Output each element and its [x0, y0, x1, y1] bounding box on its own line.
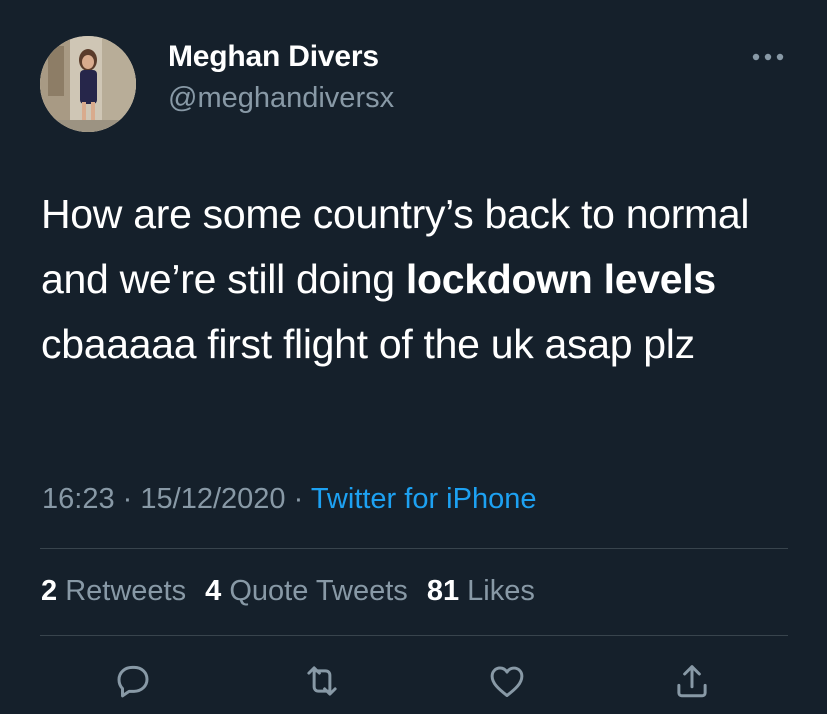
more-options-button[interactable] — [748, 42, 788, 72]
avatar[interactable] — [40, 36, 136, 132]
share-icon — [677, 665, 707, 698]
quote-tweets-stat[interactable]: 4 Quote Tweets — [205, 575, 408, 607]
divider — [40, 548, 788, 549]
likes-count: 81 — [426, 575, 460, 607]
meta-separator: · — [122, 483, 133, 515]
retweets-label: Retweets — [65, 575, 187, 607]
retweet-button[interactable] — [296, 655, 348, 707]
divider — [40, 635, 788, 636]
tweet-meta: 16:23 · 15/12/2020 · Twitter for iPhone — [42, 483, 536, 516]
tweet-time[interactable]: 16:23 — [42, 483, 115, 515]
author-handle[interactable]: @meghandiversx — [168, 82, 394, 115]
meta-separator: · — [293, 483, 304, 515]
profile-photo — [40, 36, 136, 132]
tweet-text-segment: cbaaaaa first flight of the uk asap plz — [41, 321, 695, 367]
likes-label: Likes — [467, 575, 535, 607]
reply-icon — [117, 665, 149, 698]
retweet-icon — [307, 666, 337, 696]
tweet-stats: 2 Retweets 4 Quote Tweets 81 Likes — [41, 575, 546, 608]
like-button[interactable] — [481, 655, 533, 707]
reply-button[interactable] — [107, 655, 159, 707]
tweet-source-link[interactable]: Twitter for iPhone — [311, 483, 537, 515]
quote-tweets-count: 4 — [205, 575, 222, 607]
author-display-name[interactable]: Meghan Divers — [168, 40, 379, 74]
tweet-text: How are some country’s back to normal an… — [41, 182, 801, 377]
more-horizontal-icon — [752, 53, 784, 61]
tweet-date[interactable]: 15/12/2020 — [140, 483, 285, 515]
retweets-count: 2 — [41, 575, 58, 607]
quote-tweets-label: Quote Tweets — [229, 575, 408, 607]
retweets-stat[interactable]: 2 Retweets — [41, 575, 186, 607]
tweet-text-bold-segment: lockdown levels — [405, 256, 716, 302]
share-button[interactable] — [666, 655, 718, 707]
heart-icon — [490, 666, 524, 698]
likes-stat[interactable]: 81 Likes — [427, 575, 535, 607]
